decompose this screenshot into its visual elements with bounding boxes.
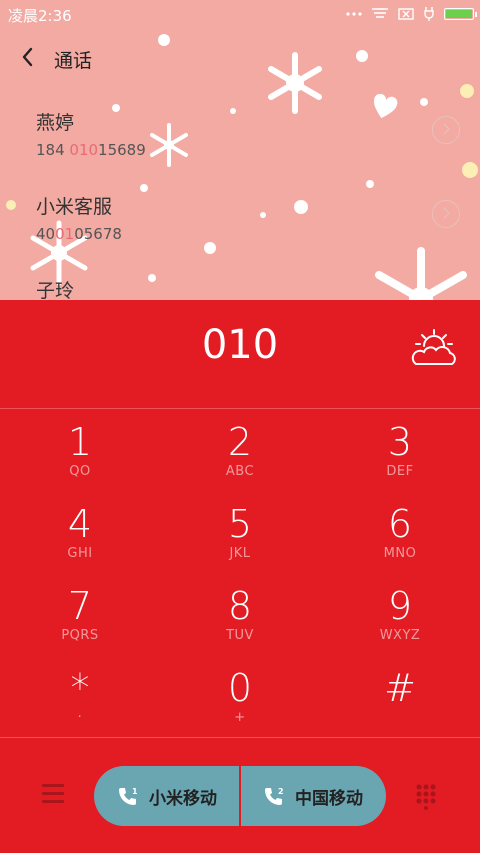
key-digit: 8 — [227, 584, 253, 628]
key-digit: # — [384, 666, 416, 710]
key-letters: JKL — [229, 546, 251, 561]
contact-detail-button[interactable] — [432, 200, 460, 228]
phone-sim2-icon: 2 — [265, 787, 284, 805]
snow-dot — [366, 180, 374, 188]
charging-icon — [424, 7, 434, 21]
key-digit: 6 — [387, 502, 413, 546]
svg-text:1: 1 — [132, 787, 138, 796]
sim-call-buttons: 1 小米移动 2 中国移动 — [94, 766, 386, 826]
key-digit: 3 — [387, 420, 413, 464]
key-8[interactable]: 8 TUV — [160, 586, 320, 666]
key-4[interactable]: 4 GHI — [0, 504, 160, 584]
key-3[interactable]: 3 DEF — [320, 422, 480, 502]
contact-row[interactable]: 子玲 — [36, 276, 436, 300]
key-letters: + — [234, 710, 246, 725]
key-1[interactable]: 1 QO — [0, 422, 160, 502]
svg-text:2: 2 — [278, 787, 284, 796]
phone-sim1-icon: 1 — [119, 787, 138, 805]
contact-row[interactable]: 小米客服 400105678 — [36, 192, 436, 243]
snow-dot — [460, 84, 474, 98]
contact-detail-button[interactable] — [432, 116, 460, 144]
back-arrow-icon[interactable] — [18, 46, 40, 68]
key-letters: MNO — [383, 546, 417, 561]
key-letters: DEF — [386, 464, 414, 479]
signal-icon — [372, 8, 388, 18]
no-sim-icon — [398, 8, 414, 20]
key-pound[interactable]: # — [320, 668, 480, 748]
battery-icon — [444, 8, 477, 20]
key-star[interactable]: * · — [0, 668, 160, 748]
contact-number: 400105678 — [36, 225, 122, 243]
contact-number: 184 01015689 — [36, 141, 146, 159]
key-digit: 5 — [227, 502, 253, 546]
contact-row[interactable]: 燕婷 184 01015689 — [36, 108, 436, 159]
key-digit: * — [70, 666, 90, 710]
key-digit: 7 — [67, 584, 93, 628]
dialed-number[interactable]: 010 — [0, 322, 480, 368]
sim1-label: 小米移动 — [149, 788, 217, 809]
divider — [0, 408, 480, 409]
contact-name: 燕婷 — [36, 112, 75, 134]
key-7[interactable]: 7 PQRS — [0, 586, 160, 666]
key-digit: 4 — [67, 502, 93, 546]
snow-dot — [204, 242, 216, 254]
dialer-bottom-bar: 1 小米移动 2 中国移动 — [0, 740, 480, 853]
key-2[interactable]: 2 ABC — [160, 422, 320, 502]
sim2-label: 中国移动 — [295, 788, 363, 809]
key-letters: ABC — [225, 464, 255, 479]
key-letters: TUV — [226, 628, 254, 643]
menu-icon[interactable] — [42, 784, 64, 804]
sunrise-cloud-icon[interactable] — [410, 326, 458, 368]
app-header: 通话 — [0, 40, 480, 76]
call-sim1-button[interactable]: 1 小米移动 — [94, 766, 240, 826]
snow-dot — [140, 184, 148, 192]
key-9[interactable]: 9 WXYZ — [320, 586, 480, 666]
status-icons — [346, 6, 477, 22]
key-0[interactable]: 0 + — [160, 668, 320, 748]
keypad-toggle-icon[interactable] — [416, 784, 436, 810]
snow-dot — [462, 162, 478, 178]
key-digit: 1 — [67, 420, 93, 464]
status-bar: 凌晨2:36 — [0, 0, 480, 28]
key-letters: WXYZ — [379, 628, 421, 643]
key-digit: 9 — [387, 584, 413, 628]
page-title: 通话 — [54, 50, 93, 72]
divider — [0, 737, 480, 738]
snow-dot — [420, 98, 428, 106]
contact-name: 子玲 — [36, 280, 75, 300]
key-digit: 2 — [227, 420, 253, 464]
key-digit: 0 — [227, 666, 253, 710]
call-sim2-button[interactable]: 2 中国移动 — [240, 766, 386, 826]
key-letters: QO — [69, 464, 91, 479]
key-5[interactable]: 5 JKL — [160, 504, 320, 584]
key-letters: PQRS — [61, 628, 99, 643]
status-time: 凌晨2:36 — [8, 7, 72, 25]
contact-name: 小米客服 — [36, 196, 113, 218]
recent-calls-panel: 凌晨2:36 通话 燕婷 184 01015689 小米客服 400105678… — [0, 0, 480, 300]
snow-dot — [6, 200, 16, 210]
key-6[interactable]: 6 MNO — [320, 504, 480, 584]
key-letters: GHI — [67, 546, 93, 561]
dialer-panel: 010 1 QO 2 ABC 3 DEF 4 GHI 5 JKL 6 MNO 7 PQRS 8 TUV 9 WXY… — [0, 300, 480, 853]
key-letters: · — [77, 710, 83, 725]
more-dots-icon — [346, 12, 362, 16]
